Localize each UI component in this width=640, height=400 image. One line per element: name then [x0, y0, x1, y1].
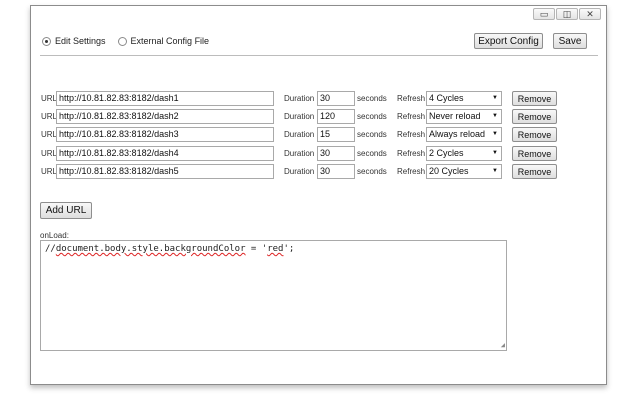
seconds-label: seconds [357, 130, 387, 139]
url-label: URL [41, 94, 58, 103]
radio-button-external-config[interactable] [117, 36, 127, 46]
url-label: URL [41, 130, 58, 139]
chevron-down-icon: ▼ [492, 95, 498, 101]
chevron-down-icon: ▼ [492, 168, 498, 174]
duration-label: Duration [284, 149, 315, 158]
refresh-select-value: 2 Cycles [429, 148, 464, 158]
refresh-select-value: Always reload [429, 129, 486, 139]
refresh-select-value: 4 Cycles [429, 93, 464, 103]
duration-label: Duration [284, 130, 315, 139]
refresh-label: Refresh [397, 94, 426, 103]
code-assignment: = ' [245, 244, 268, 254]
refresh-select[interactable]: 2 Cycles ▼ [426, 146, 502, 161]
duration-input[interactable]: 30 [317, 146, 355, 161]
seconds-label: seconds [357, 112, 387, 121]
onload-label: onLoad: [40, 231, 69, 240]
duration-label: Duration [284, 94, 315, 103]
refresh-select[interactable]: Always reload ▼ [426, 127, 502, 142]
chevron-down-icon: ▼ [492, 113, 498, 119]
radio-option-edit-settings[interactable]: Edit Settings [42, 36, 106, 46]
window-controls: ▭ ◫ ✕ [533, 8, 601, 20]
close-button[interactable]: ✕ [579, 8, 601, 20]
duration-input[interactable]: 120 [317, 109, 355, 124]
app-window: ▭ ◫ ✕ Edit Settings External Config File… [30, 5, 607, 385]
url-input[interactable]: http://10.81.82.83:8182/dash5 [56, 164, 274, 179]
url-label: URL [41, 112, 58, 121]
save-button[interactable]: Save [553, 33, 587, 49]
url-label: URL [41, 149, 58, 158]
refresh-select-value: 20 Cycles [429, 166, 469, 176]
seconds-label: seconds [357, 167, 387, 176]
refresh-select[interactable]: Never reload ▼ [426, 109, 502, 124]
maximize-button[interactable]: ◫ [556, 8, 578, 20]
refresh-label: Refresh [397, 167, 426, 176]
remove-button[interactable]: Remove [512, 91, 557, 106]
code-string-value: red [267, 244, 284, 254]
refresh-select[interactable]: 4 Cycles ▼ [426, 91, 502, 106]
resize-grip-icon[interactable]: ◢ [501, 342, 505, 349]
radio-label-edit-settings: Edit Settings [55, 36, 106, 46]
radio-label-external-config: External Config File [130, 36, 210, 46]
refresh-select[interactable]: 20 Cycles ▼ [426, 164, 502, 179]
url-label: URL [41, 167, 58, 176]
refresh-label: Refresh [397, 149, 426, 158]
remove-button[interactable]: Remove [512, 127, 557, 142]
duration-label: Duration [284, 167, 315, 176]
refresh-label: Refresh [397, 112, 426, 121]
url-input[interactable]: http://10.81.82.83:8182/dash1 [56, 91, 274, 106]
url-input[interactable]: http://10.81.82.83:8182/dash2 [56, 109, 274, 124]
refresh-select-value: Never reload [429, 111, 481, 121]
mode-radio-group: Edit Settings External Config File [42, 36, 221, 46]
code-object-path: document.body.style.backgroundColor [55, 244, 246, 254]
radio-option-external-config[interactable]: External Config File [117, 36, 210, 46]
url-input[interactable]: http://10.81.82.83:8182/dash3 [56, 127, 274, 142]
remove-button[interactable]: Remove [512, 146, 557, 161]
duration-input[interactable]: 30 [317, 164, 355, 179]
minimize-button[interactable]: ▭ [533, 8, 555, 20]
seconds-label: seconds [357, 149, 387, 158]
seconds-label: seconds [357, 94, 387, 103]
duration-input[interactable]: 15 [317, 127, 355, 142]
url-input[interactable]: http://10.81.82.83:8182/dash4 [56, 146, 274, 161]
duration-input[interactable]: 30 [317, 91, 355, 106]
chevron-down-icon: ▼ [492, 150, 498, 156]
code-suffix: '; [283, 244, 295, 254]
radio-button-edit-settings[interactable] [42, 36, 51, 46]
duration-label: Duration [284, 112, 315, 121]
refresh-label: Refresh [397, 130, 426, 139]
remove-button[interactable]: Remove [512, 109, 557, 124]
add-url-button[interactable]: Add URL [40, 202, 92, 219]
code-comment-prefix: // [45, 244, 56, 254]
chevron-down-icon: ▼ [492, 131, 498, 137]
remove-button[interactable]: Remove [512, 164, 557, 179]
toolbar-separator [40, 55, 598, 56]
export-config-button[interactable]: Export Config [474, 33, 543, 49]
onload-script-textarea[interactable]: //document.body.style.backgroundColor = … [40, 240, 507, 351]
